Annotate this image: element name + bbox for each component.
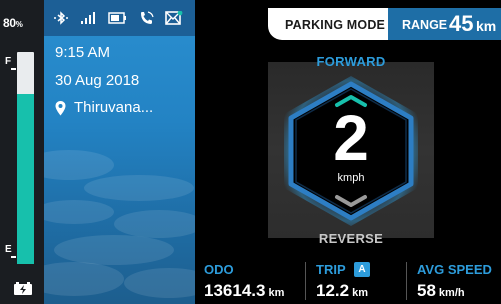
range-value: 45 [449, 11, 474, 36]
battery-full-label: F [5, 56, 12, 67]
trip-value: 12.2 km [316, 281, 368, 300]
location-text: Thiruvana... [74, 99, 154, 116]
trip-a-badge[interactable]: A [354, 262, 370, 277]
signal-bars-icon [81, 12, 95, 24]
odo-value: 13614.3 km [204, 281, 285, 300]
message-icon[interactable] [165, 11, 183, 25]
speed-unit: kmph [337, 172, 365, 184]
odo-label: ODO [204, 262, 234, 277]
bluetooth-icon[interactable] [53, 11, 69, 25]
parking-mode-label: PARKING MODE [285, 18, 386, 32]
stats-divider [305, 262, 306, 300]
battery-full-tick [11, 68, 16, 70]
battery-percentage: 80% [3, 16, 23, 30]
battery-empty-label: E [5, 244, 12, 255]
battery-panel: 80% F E [0, 0, 44, 304]
time-display: 9:15 AM [55, 44, 111, 61]
battery-fill [17, 94, 34, 264]
trip-label: TRIP [316, 262, 346, 277]
speed-value: 2 [333, 102, 369, 174]
parking-mode-indicator[interactable]: PARKING MODE [268, 8, 388, 40]
info-panel: 9:15 AM 30 Aug 2018 Thiruvana... [44, 0, 195, 304]
location-pin-icon [55, 101, 66, 116]
range-indicator: RANGE 45 km [388, 8, 501, 40]
phone-battery-icon [108, 12, 126, 24]
range-unit: km [476, 18, 497, 34]
battery-empty-tick [11, 256, 16, 258]
charging-battery-icon [14, 282, 32, 295]
status-bar [44, 0, 195, 36]
battery-gauge [17, 52, 34, 264]
avg-speed-label: AVG SPEED [417, 262, 492, 277]
stats-divider [406, 262, 407, 300]
date-display: 30 Aug 2018 [55, 72, 140, 89]
reverse-label: REVERSE [318, 231, 384, 246]
avg-speed-value: 58 km/h [417, 281, 465, 300]
forward-label: FORWARD [316, 54, 386, 69]
range-label: RANGE [402, 18, 448, 32]
phone-call-icon[interactable] [139, 11, 155, 25]
